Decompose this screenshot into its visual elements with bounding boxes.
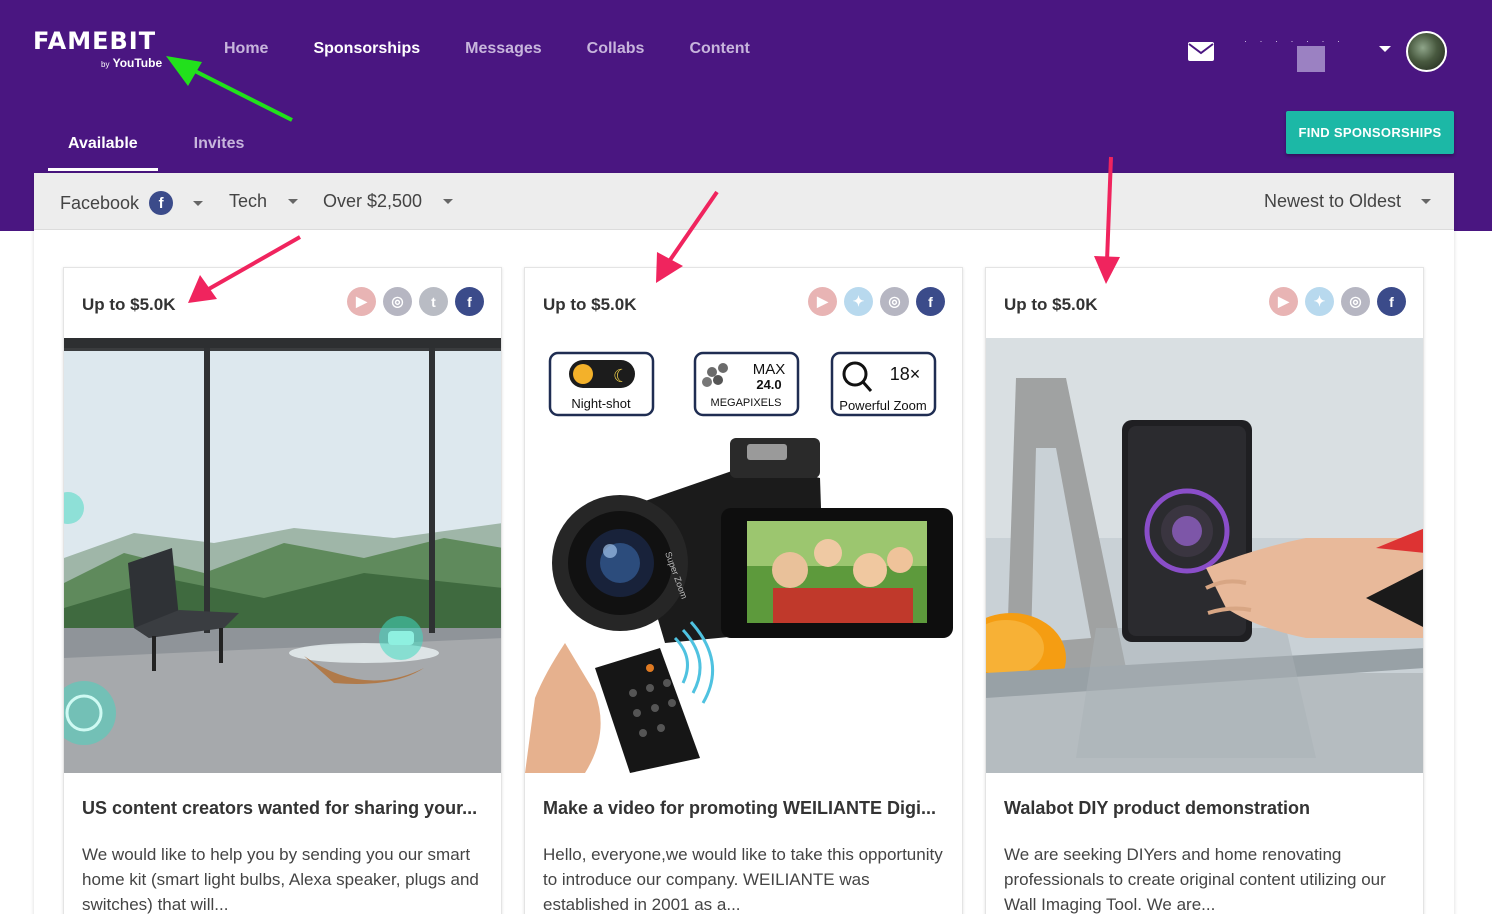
budget-filter-label: Over $2,500 <box>323 191 423 211</box>
card-price: Up to $5.0K <box>82 295 176 314</box>
sponsorships-panel: Facebook f Tech Over $2,500 Newest to Ol… <box>34 173 1454 914</box>
find-sponsorships-button[interactable]: FIND SPONSORSHIPS <box>1286 111 1454 154</box>
facebook-icon: f <box>916 287 945 316</box>
svg-text:☾: ☾ <box>613 366 629 387</box>
logo-byline: by YouTube <box>101 56 162 70</box>
budget-filter[interactable]: Over $2,500 <box>323 191 454 212</box>
logo-wordmark: FAMEBIT <box>33 27 157 55</box>
night-shot-label: Night-shot <box>571 396 631 411</box>
platform-filter-label: Facebook <box>60 192 140 213</box>
famebit-logo[interactable]: FAMEBIT by YouTube <box>33 27 162 70</box>
tab-available[interactable]: Available <box>48 124 158 171</box>
category-filter[interactable]: Tech <box>229 191 299 212</box>
sponsorship-tabs: Available Invites <box>48 124 280 171</box>
card-header: Up to $5.0K ▶ ◎ t f <box>64 268 501 338</box>
instagram-icon: ◎ <box>1341 287 1370 316</box>
chevron-down-icon <box>1421 199 1432 204</box>
youtube-icon: ▶ <box>1269 287 1298 316</box>
avatar[interactable] <box>1406 31 1447 72</box>
logo-by: by <box>101 60 110 69</box>
walabot-illustration <box>986 338 1423 773</box>
tab-invites[interactable]: Invites <box>174 124 265 171</box>
card-description: Hello, everyone,we would like to take th… <box>543 845 943 914</box>
platform-icons: ▶ ✦ ◎ f <box>1262 287 1406 316</box>
twitter-icon: ✦ <box>844 287 873 316</box>
nav-content[interactable]: Content <box>689 40 749 58</box>
twitter-icon: ✦ <box>1305 287 1334 316</box>
youtube-icon: ▶ <box>808 287 837 316</box>
filter-bar: Facebook f Tech Over $2,500 Newest to Ol… <box>34 173 1454 230</box>
smart-home-illustration <box>64 338 501 773</box>
chevron-down-icon <box>288 199 299 204</box>
youtube-icon: ▶ <box>347 287 376 316</box>
megapixel-value: 24.0 <box>756 377 781 392</box>
card-title[interactable]: US content creators wanted for sharing y… <box>82 798 482 819</box>
chevron-down-icon <box>193 200 204 206</box>
card-title[interactable]: Make a video for promoting WEILIANTE Dig… <box>543 798 943 819</box>
nav-messages[interactable]: Messages <box>465 40 542 58</box>
platform-icons: ▶ ◎ t f <box>340 287 484 316</box>
card-description: We are seeking DIYers and home renovatin… <box>1004 845 1386 914</box>
card-price: Up to $5.0K <box>543 295 637 314</box>
card-image-smart-home[interactable] <box>64 338 501 773</box>
instagram-icon: ◎ <box>880 287 909 316</box>
facebook-icon: f <box>455 287 484 316</box>
card-header: Up to $5.0K ▶ ✦ ◎ f <box>986 268 1423 338</box>
card-header: Up to $5.0K ▶ ✦ ◎ f <box>525 268 962 338</box>
facebook-icon: f <box>149 191 174 215</box>
card-description: We would like to help you by sending you… <box>82 845 479 914</box>
card-price: Up to $5.0K <box>1004 295 1098 314</box>
zoom-label: Powerful Zoom <box>839 398 926 413</box>
card-title[interactable]: Walabot DIY product demonstration <box>1004 798 1404 819</box>
chevron-down-icon <box>443 199 454 204</box>
sort-select[interactable]: Newest to Oldest <box>1264 191 1432 212</box>
sort-select-label: Newest to Oldest <box>1264 191 1402 211</box>
logo-youtube: YouTube <box>112 56 163 70</box>
instagram-icon: ◎ <box>383 287 412 316</box>
category-filter-label: Tech <box>229 191 268 211</box>
sponsorship-card[interactable]: Up to $5.0K ▶ ✦ ◎ f ☾ Night-shot MAX 24.… <box>524 267 963 914</box>
platform-filter[interactable]: Facebook f <box>60 191 204 215</box>
nav-home[interactable]: Home <box>224 40 268 58</box>
sponsorship-card[interactable]: Up to $5.0K ▶ ◎ t f US content creators … <box>63 267 502 914</box>
facebook-icon: f <box>1377 287 1406 316</box>
tumblr-icon: t <box>419 287 448 316</box>
card-image-camcorder[interactable]: ☾ Night-shot MAX 24.0 MEGAPIXELS 18× Pow… <box>525 338 962 773</box>
camcorder-illustration: ☾ Night-shot MAX 24.0 MEGAPIXELS 18× Pow… <box>525 338 962 773</box>
user-color-block <box>1297 46 1325 72</box>
main-nav: Home Sponsorships Messages Collabs Conte… <box>224 40 795 58</box>
zoom-value: 18× <box>890 364 921 384</box>
mail-icon[interactable] <box>1188 42 1214 61</box>
nav-collabs[interactable]: Collabs <box>587 40 645 58</box>
max-label: MAX <box>753 361 786 378</box>
megapixels-label: MEGAPIXELS <box>711 397 782 409</box>
sponsorship-card[interactable]: Up to $5.0K ▶ ✦ ◎ f Walabot DIY product … <box>985 267 1424 914</box>
nav-sponsorships[interactable]: Sponsorships <box>313 40 420 58</box>
user-menu-chevron-down-icon[interactable] <box>1379 46 1391 52</box>
platform-icons: ▶ ✦ ◎ f <box>801 287 945 316</box>
card-image-walabot[interactable] <box>986 338 1423 773</box>
